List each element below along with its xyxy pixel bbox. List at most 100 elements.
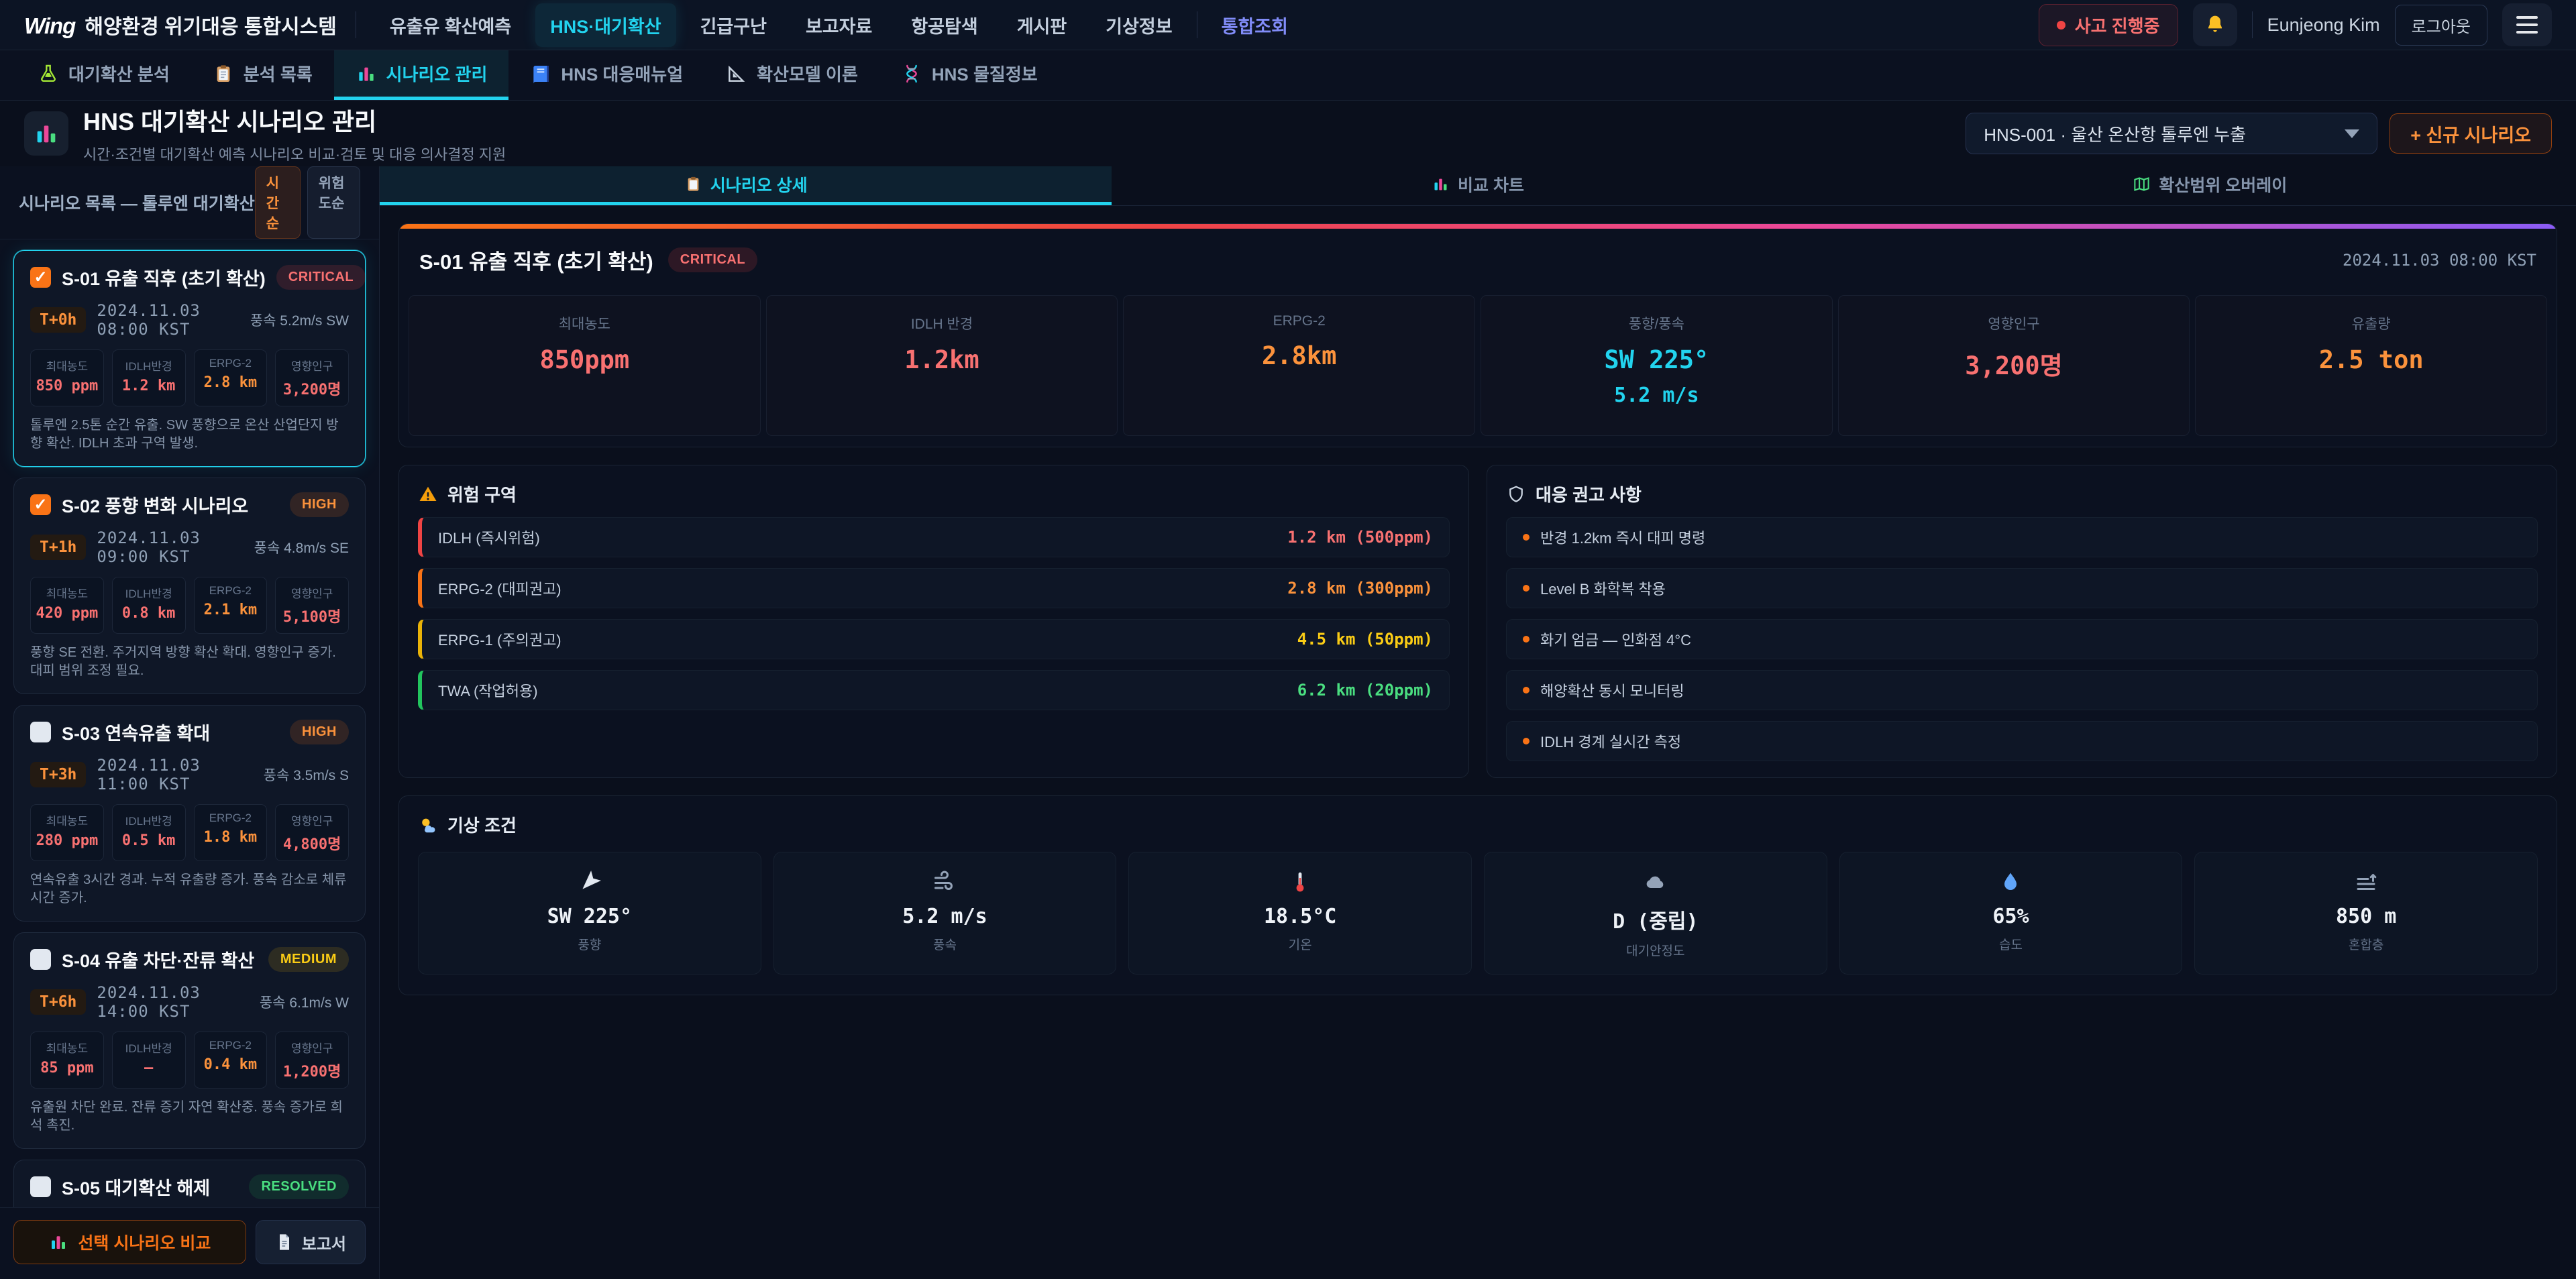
- nav-item-aerial-search[interactable]: 항공탐색: [896, 3, 992, 47]
- stat-wind: 풍향/풍속 SW 225° 5.2 m/s: [1481, 295, 1833, 436]
- detail-timestamp: 2024.11.03 08:00 KST: [2343, 251, 2536, 270]
- new-scenario-button[interactable]: + 신규 시나리오: [2390, 113, 2552, 154]
- dna-icon: [901, 63, 922, 85]
- danger-zone-row-erpg2: ERPG-2 (대피권고) 2.8 km (300ppm): [418, 568, 1450, 608]
- weather-temperature: 18.5°C 기온: [1128, 852, 1472, 975]
- danger-zone-row-twa: TWA (작업허용) 6.2 km (20ppm): [418, 670, 1450, 710]
- danger-zone-row-erpg1: ERPG-1 (주의권고) 4.5 km (50ppm): [418, 619, 1450, 659]
- scenario-description: 유출원 차단 완료. 잔류 증기 자연 확산중. 풍속 증가로 희석 촉진.: [30, 1099, 349, 1135]
- bullet-icon: [1523, 636, 1529, 643]
- nav-item-hns-diffusion[interactable]: HNS·대기확산: [535, 3, 676, 47]
- hamburger-menu-button[interactable]: [2502, 3, 2552, 46]
- scenario-select[interactable]: HNS-001 · 울산 온산항 톨루엔 누출: [1966, 113, 2377, 154]
- logo-wordmark: Wing: [24, 13, 75, 39]
- nav-item-board[interactable]: 게시판: [1002, 3, 1082, 47]
- tab-substance-info[interactable]: HNS 물질정보: [879, 50, 1059, 100]
- stat-max-concentration: 최대농도85 ppm: [30, 1032, 104, 1089]
- tab-model-theory[interactable]: 확산모델 이론: [704, 50, 879, 100]
- tab-analysis-list[interactable]: 분석 목록: [191, 50, 334, 100]
- main-menu: 유출유 확산예측 HNS·대기확산 긴급구난 보고자료 항공탐색 게시판 기상정…: [375, 3, 2020, 47]
- detail-stats: 최대농도 850ppm IDLH 반경 1.2km ERPG-2 2.8km: [399, 291, 2557, 447]
- severity-badge: HIGH: [290, 720, 349, 744]
- tab-diffusion-analysis[interactable]: 대기확산 분석: [16, 50, 191, 100]
- notification-button[interactable]: [2193, 3, 2237, 46]
- page-chart-icon: [24, 111, 68, 156]
- tab-diffusion-overlay[interactable]: 확산범위 오버레이: [1844, 166, 2576, 205]
- bar-chart-icon: [356, 63, 377, 85]
- scenario-title: S-04 유출 차단·잔류 확산: [62, 946, 258, 972]
- severity-gradient-bar: [399, 224, 2557, 229]
- scenario-card-s02[interactable]: ✓ S-02 풍향 변화 시나리오 HIGH T+1h 2024.11.03 0…: [13, 478, 366, 694]
- page-title: HNS 대기확산 시나리오 관리: [83, 103, 1951, 137]
- stat-affected-population: 영향인구3,200명: [275, 349, 349, 406]
- danger-zones-panel: 위험 구역 IDLH (즉시위험) 1.2 km (500ppm) ERPG-2…: [398, 465, 1469, 778]
- page-titles: HNS 대기확산 시나리오 관리 시간·조건별 대기확산 예측 시나리오 비교·…: [83, 103, 1951, 164]
- time-offset-badge: T+6h: [30, 989, 86, 1015]
- incident-status-label: 사고 진행중: [2075, 13, 2160, 38]
- shield-icon: [1506, 484, 1526, 504]
- compare-scenarios-button[interactable]: 선택 시나리오 비교: [13, 1220, 246, 1264]
- stat-affected-population: 영향인구5,100명: [275, 577, 349, 634]
- severity-badge: HIGH: [290, 492, 349, 517]
- scenario-card-s04[interactable]: S-04 유출 차단·잔류 확산 MEDIUM T+6h 2024.11.03 …: [13, 932, 366, 1149]
- stat-release-amount: 유출량 2.5 ton: [2195, 295, 2547, 436]
- stat-erpg2: ERPG-22.8 km: [194, 349, 268, 406]
- scenario-card-s01[interactable]: ✓ S-01 유출 직후 (초기 확산) CRITICAL T+0h 2024.…: [13, 250, 366, 467]
- wind-info: 풍속 5.2m/s SW: [250, 310, 349, 330]
- scenario-card-s03[interactable]: S-03 연속유출 확대 HIGH T+3h 2024.11.03 11:00 …: [13, 705, 366, 922]
- stat-max-concentration: 최대농도850 ppm: [30, 349, 104, 406]
- detail-tab-bar: 시나리오 상세 비교 차트 확산범위 오버레이: [380, 166, 2576, 206]
- scenario-description: 톨루엔 2.5톤 순간 유출. SW 풍향으로 온산 산업단지 방향 확산. I…: [30, 416, 349, 453]
- stat-idlh-radius: IDLH반경0.5 km: [112, 804, 186, 861]
- nav-item-integrated-search[interactable]: 통합조회: [1207, 3, 1303, 47]
- stat-affected-population: 영향인구 3,200명: [1838, 295, 2190, 436]
- wind-direction-icon: [578, 870, 602, 894]
- scenario-sidebar: 시나리오 목록 — 톨루엔 대기확산 시간순 위험도순 ✓ S-01 유출 직후…: [0, 166, 380, 1279]
- cloud-icon: [1644, 870, 1668, 894]
- timestamp: 2024.11.03 14:00 KST: [97, 983, 248, 1021]
- droplet-icon: [1998, 870, 2023, 894]
- sort-by-risk-chip[interactable]: 위험도순: [307, 166, 360, 239]
- scenario-description: 연속유출 3시간 경과. 누적 유출량 증가. 풍속 감소로 체류 시간 증가.: [30, 871, 349, 907]
- stat-idlh-radius: IDLH반경–: [112, 1032, 186, 1089]
- stat-affected-population: 영향인구1,200명: [275, 1032, 349, 1089]
- tab-scenario-management[interactable]: 시나리오 관리: [334, 50, 509, 100]
- clipboard-icon: [684, 175, 702, 193]
- tab-compare-chart[interactable]: 비교 차트: [1112, 166, 1843, 205]
- detail-scroll-area: S-01 유출 직후 (초기 확산) CRITICAL 2024.11.03 0…: [380, 206, 2576, 1279]
- time-offset-badge: T+1h: [30, 535, 86, 560]
- logout-button[interactable]: 로그아웃: [2395, 5, 2487, 46]
- tab-scenario-detail[interactable]: 시나리오 상세: [380, 166, 1112, 205]
- tab-hns-manual[interactable]: HNS 대응매뉴얼: [508, 50, 704, 100]
- weather-panel: 기상 조건 SW 225° 풍향: [398, 795, 2557, 995]
- sort-by-time-chip[interactable]: 시간순: [255, 166, 301, 239]
- wind-speed-icon: [932, 870, 957, 894]
- scenario-card-s05[interactable]: S-05 대기확산 해제 RESOLVED T+12h 2024.11.03 2…: [13, 1160, 366, 1207]
- bullet-icon: [1523, 585, 1529, 592]
- map-icon: [2133, 175, 2151, 193]
- nav-item-oil-diffusion[interactable]: 유출유 확산예측: [375, 3, 526, 47]
- scenario-title: S-01 유출 직후 (초기 확산): [62, 264, 266, 290]
- danger-zone-row-idlh: IDLH (즉시위험) 1.2 km (500ppm): [418, 517, 1450, 557]
- scenario-checkbox[interactable]: ✓: [30, 494, 51, 515]
- scenario-checkbox[interactable]: [30, 949, 51, 970]
- stat-erpg2: ERPG-21.8 km: [194, 804, 268, 861]
- recommendations-panel: 대응 권고 사항 반경 1.2km 즉시 대피 명령 Level B 화학복 착…: [1487, 465, 2557, 778]
- nav-item-rescue[interactable]: 긴급구난: [686, 3, 782, 47]
- scenario-card-list: ✓ S-01 유출 직후 (초기 확산) CRITICAL T+0h 2024.…: [0, 239, 379, 1207]
- brand-logo[interactable]: Wing 해양환경 위기대응 통합시스템: [24, 10, 337, 40]
- scenario-checkbox[interactable]: [30, 1176, 51, 1197]
- nav-item-reports[interactable]: 보고자료: [791, 3, 887, 47]
- scenario-checkbox[interactable]: [30, 722, 51, 742]
- severity-badge: MEDIUM: [268, 947, 349, 972]
- nav-item-weather-info[interactable]: 기상정보: [1091, 3, 1187, 47]
- report-button[interactable]: 보고서: [256, 1220, 366, 1264]
- user-name: Eunjeong Kim: [2267, 15, 2380, 36]
- weather-wind-speed: 5.2 m/s 풍속: [773, 852, 1117, 975]
- scenario-checkbox[interactable]: ✓: [30, 267, 51, 288]
- scenario-title: S-03 연속유출 확대: [62, 719, 279, 745]
- wind-info: 풍속 6.1m/s W: [260, 992, 349, 1012]
- module-tab-bar: 대기확산 분석 분석 목록 시나리오 관리 HNS 대응매뉴얼 확산모델 이론: [0, 50, 2576, 101]
- bar-chart-icon: [1432, 175, 1450, 193]
- chevron-down-icon: [2345, 129, 2359, 138]
